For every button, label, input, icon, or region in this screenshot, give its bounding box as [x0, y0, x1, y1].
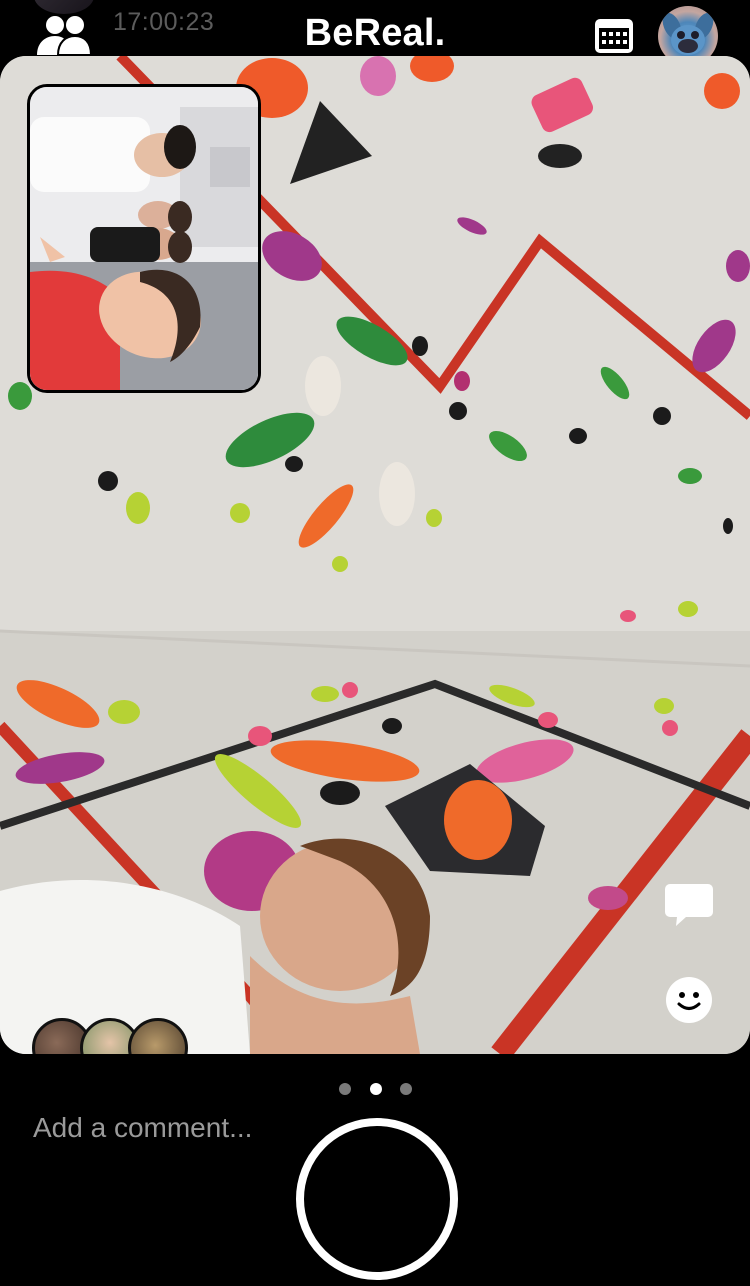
capture-button[interactable]: [296, 1118, 458, 1280]
pager-dot-3[interactable]: [400, 1083, 412, 1095]
memories-calendar-button[interactable]: [594, 18, 634, 54]
calendar-icon: [595, 19, 633, 53]
pager-dot-1[interactable]: [339, 1083, 351, 1095]
comment-input[interactable]: [33, 1112, 293, 1144]
smiley-icon: [677, 992, 701, 1010]
comment-bubble-icon: [665, 884, 713, 926]
previous-post-timestamp: 17:00:23: [113, 8, 215, 36]
group-selfie-photo: [30, 87, 258, 390]
front-camera-inset[interactable]: [27, 84, 261, 393]
comment-button[interactable]: [664, 882, 714, 930]
friends-icon: [37, 16, 93, 56]
app-logo: BeReal.: [304, 12, 446, 54]
realmoji-button[interactable]: [666, 977, 712, 1023]
pager-dot-2[interactable]: [370, 1083, 382, 1095]
friends-button[interactable]: [36, 14, 93, 56]
